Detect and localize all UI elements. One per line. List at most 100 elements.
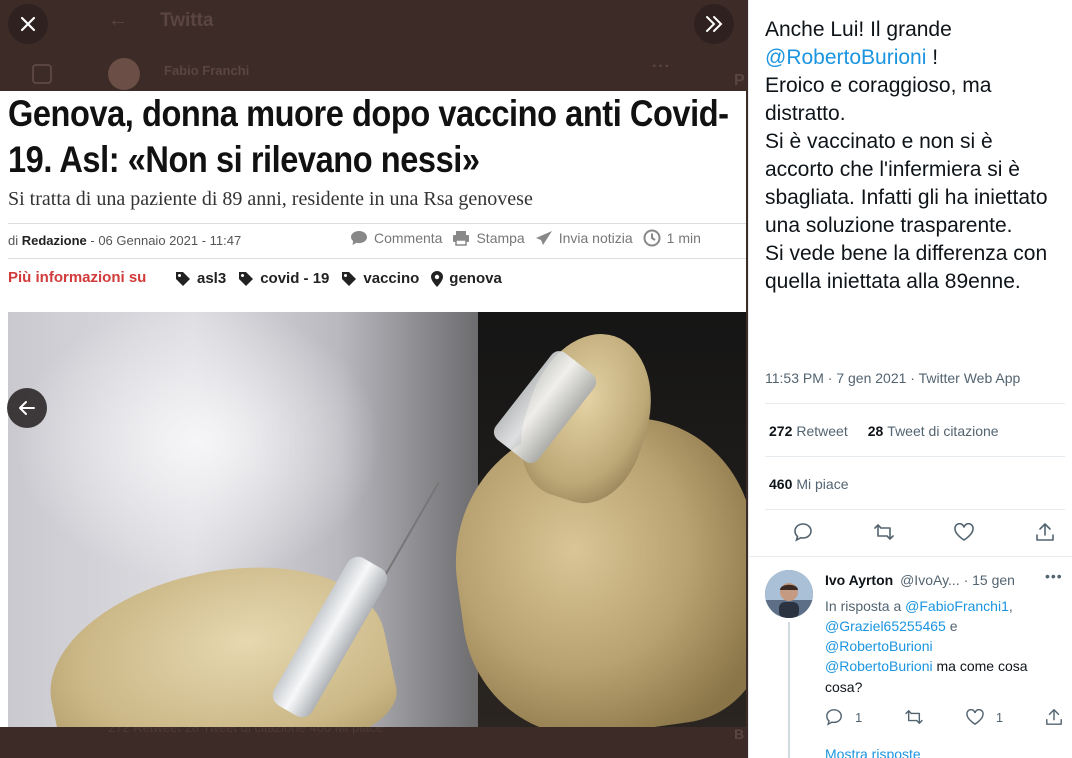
- retweets-count: 272: [769, 423, 793, 439]
- reply-reply-button[interactable]: 1: [825, 708, 862, 726]
- reply-count: 1: [855, 709, 863, 725]
- likes-count: 460: [769, 476, 793, 492]
- article-action-comment: Commenta: [350, 230, 442, 246]
- tweet-stats-retweets: 272 Retweet 28 Tweet di citazione: [769, 423, 999, 439]
- heart-icon: [954, 523, 975, 541]
- background-avatar: [108, 58, 140, 90]
- divider: [765, 509, 1065, 510]
- tag-item: covid - 19: [238, 270, 329, 287]
- background-home-icon: [32, 64, 52, 84]
- arrow-left-icon: [19, 401, 35, 415]
- tag-label: asl3: [197, 270, 227, 287]
- more-info-label: Più informazioni su: [8, 269, 147, 286]
- tweet-meta[interactable]: 11:53 PM · 7 gen 2021 · Twitter Web App: [765, 370, 1020, 386]
- background-back-arrow-icon: ←: [108, 9, 128, 31]
- mention-link[interactable]: @RobertoBurioni: [825, 638, 933, 654]
- location-pin-icon: [431, 270, 444, 287]
- divider: [8, 258, 746, 259]
- reply-icon: [794, 523, 812, 542]
- retweets-label: Retweet: [796, 423, 848, 439]
- reply-header: Ivo Ayrton @IvoAy... · 15 gen: [825, 572, 1015, 588]
- byline-author: Redazione: [21, 233, 87, 248]
- retweets-stat[interactable]: 272 Retweet: [769, 423, 848, 439]
- action-label: Stampa: [476, 230, 525, 246]
- mention-link[interactable]: @RobertoBurioni: [765, 46, 926, 69]
- reply-author-name[interactable]: Ivo Ayrton: [825, 572, 893, 588]
- tweet-text-line: Si vede bene la differenza con quella in…: [765, 242, 1048, 293]
- quotes-stat[interactable]: 28 Tweet di citazione: [868, 423, 999, 439]
- share-icon: [1046, 709, 1062, 725]
- background-page-title: Twitta: [160, 10, 214, 31]
- tweet-panel: Anche Lui! Il grande @RobertoBurioni ! E…: [748, 0, 1072, 758]
- background-side-letter-b: B: [734, 726, 745, 742]
- tweet-text-line: Anche Lui! Il grande: [765, 18, 952, 41]
- tag-item: asl3: [175, 270, 226, 287]
- likes-label: Mi piace: [796, 476, 849, 492]
- background-author-name: Fabio Franchi: [164, 63, 250, 78]
- share-icon: [1036, 523, 1054, 541]
- tag-icon: [176, 271, 190, 286]
- conjunction: e: [949, 618, 958, 634]
- quotes-label: Tweet di citazione: [887, 423, 999, 439]
- action-label: Commenta: [374, 230, 443, 246]
- action-label: Invia notizia: [558, 230, 633, 246]
- close-icon: [20, 16, 36, 32]
- mention-link[interactable]: @FabioFranchi1: [905, 598, 1009, 614]
- likes-stat[interactable]: 460 Mi piace: [769, 476, 849, 492]
- tweet-text-line: !: [932, 46, 939, 69]
- clock-icon: [643, 229, 661, 247]
- thread-line: [788, 622, 790, 758]
- article-image: Genova, donna muore dopo vaccino anti Co…: [0, 91, 746, 727]
- article-action-print: Stampa: [452, 230, 525, 246]
- tag-item: vaccino: [341, 270, 419, 287]
- tag-item: genova: [431, 270, 502, 287]
- reply-date[interactable]: · 15 gen: [964, 572, 1015, 588]
- tag-label: vaccino: [363, 270, 420, 287]
- separator: ,: [1008, 598, 1013, 614]
- reply-icon: [826, 709, 842, 726]
- background-more-icon: ···: [652, 58, 671, 75]
- divider: [765, 456, 1065, 457]
- article-byline: di Redazione - 06 Gennaio 2021 - 11:47: [8, 233, 241, 248]
- tag-label: covid - 19: [260, 270, 330, 287]
- article-headline: Genova, donna muore dopo vaccino anti Co…: [8, 93, 729, 180]
- avatar[interactable]: [765, 570, 813, 618]
- tweet-text: Anche Lui! Il grande @RobertoBurioni ! E…: [765, 16, 1065, 296]
- reply-button[interactable]: [789, 518, 817, 546]
- comment-icon: [350, 230, 368, 246]
- tag-label: genova: [449, 270, 502, 287]
- reply-tweet[interactable]: Ivo Ayrton @IvoAy... · 15 gen ••• In ris…: [749, 560, 1072, 758]
- divider: [749, 556, 1072, 557]
- expand-panel-button[interactable]: [694, 4, 734, 44]
- action-label: 1 min: [666, 230, 701, 246]
- mention-link[interactable]: @Graziel65255465: [825, 618, 946, 634]
- retweet-button[interactable]: [870, 518, 898, 546]
- close-button[interactable]: [8, 4, 48, 44]
- reply-actions: 1 1: [825, 708, 1065, 726]
- article-actions: Commenta Stampa Invia notizia 1 min: [350, 229, 701, 247]
- reply-like-button[interactable]: 1: [966, 708, 1003, 726]
- reply-author-handle[interactable]: @IvoAy...: [900, 572, 960, 588]
- more-options-icon[interactable]: •••: [1045, 568, 1063, 584]
- share-button[interactable]: [1031, 518, 1059, 546]
- tag-icon: [239, 271, 254, 286]
- print-icon: [452, 230, 470, 246]
- byline-prefix: di: [8, 233, 19, 248]
- tweet-text-line: Eroico e coraggioso, ma distratto.: [765, 74, 992, 125]
- like-button[interactable]: [950, 518, 978, 546]
- byline-date: - 06 Gennaio 2021 - 11:47: [90, 233, 242, 248]
- mention-link[interactable]: @RobertoBurioni: [825, 658, 933, 674]
- article-tags: asl3 covid - 19 vaccino genova: [175, 270, 502, 287]
- previous-image-button[interactable]: [7, 388, 47, 428]
- show-replies-link[interactable]: Mostra risposte: [825, 746, 921, 758]
- reply-share-button[interactable]: [1045, 708, 1065, 726]
- replying-to: In risposta a @FabioFranchi1, @Graziel65…: [825, 596, 1061, 656]
- reply-retweet-button[interactable]: [904, 708, 924, 726]
- send-icon: [535, 230, 553, 246]
- retweet-icon: [873, 524, 894, 540]
- divider: [765, 403, 1065, 404]
- quotes-count: 28: [867, 423, 884, 439]
- like-count: 1: [995, 709, 1004, 725]
- replying-to-prefix: In risposta a: [825, 598, 902, 614]
- article-action-send: Invia notizia: [535, 230, 633, 246]
